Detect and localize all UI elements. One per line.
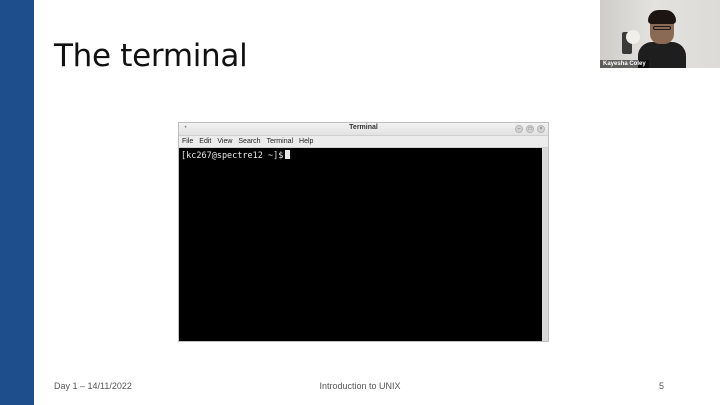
menu-view[interactable]: View	[217, 138, 232, 145]
shell-prompt: [kc267@spectre12 ~]$	[181, 151, 284, 161]
participant-hair	[648, 10, 676, 24]
presentation-slide: The terminal • Terminal – □ × File Edit …	[0, 0, 720, 405]
terminal-window-title: Terminal	[349, 124, 378, 131]
slide-accent-band	[0, 0, 34, 405]
terminal-window[interactable]: • Terminal – □ × File Edit View Search T…	[178, 122, 549, 342]
footer-course-title: Introduction to UNIX	[319, 381, 401, 391]
menu-search[interactable]: Search	[238, 138, 260, 145]
terminal-console[interactable]: [kc267@spectre12 ~]$	[179, 148, 548, 341]
maximize-icon[interactable]: □	[526, 125, 534, 133]
text-cursor	[285, 150, 291, 159]
menu-terminal[interactable]: Terminal	[267, 138, 293, 145]
webcam-lamp	[626, 30, 640, 44]
window-controls: – □ ×	[515, 125, 545, 133]
terminal-prompt-line: [kc267@spectre12 ~]$	[181, 150, 291, 161]
menu-edit[interactable]: Edit	[199, 138, 211, 145]
close-icon[interactable]: ×	[537, 125, 545, 133]
terminal-titlebar[interactable]: • Terminal – □ ×	[179, 123, 548, 136]
slide-title: The terminal	[54, 38, 248, 74]
slide-page-number: 5	[659, 381, 665, 391]
participant-name-label: Kayesha Coley	[600, 60, 649, 68]
menu-help[interactable]: Help	[299, 138, 313, 145]
terminal-scrollbar[interactable]	[542, 148, 548, 341]
participant-glasses	[653, 26, 671, 30]
webcam-video-tile[interactable]: Kayesha Coley	[600, 0, 720, 68]
terminal-menubar: File Edit View Search Terminal Help	[179, 136, 548, 148]
minimize-icon[interactable]: –	[515, 125, 523, 133]
menu-file[interactable]: File	[182, 138, 193, 145]
